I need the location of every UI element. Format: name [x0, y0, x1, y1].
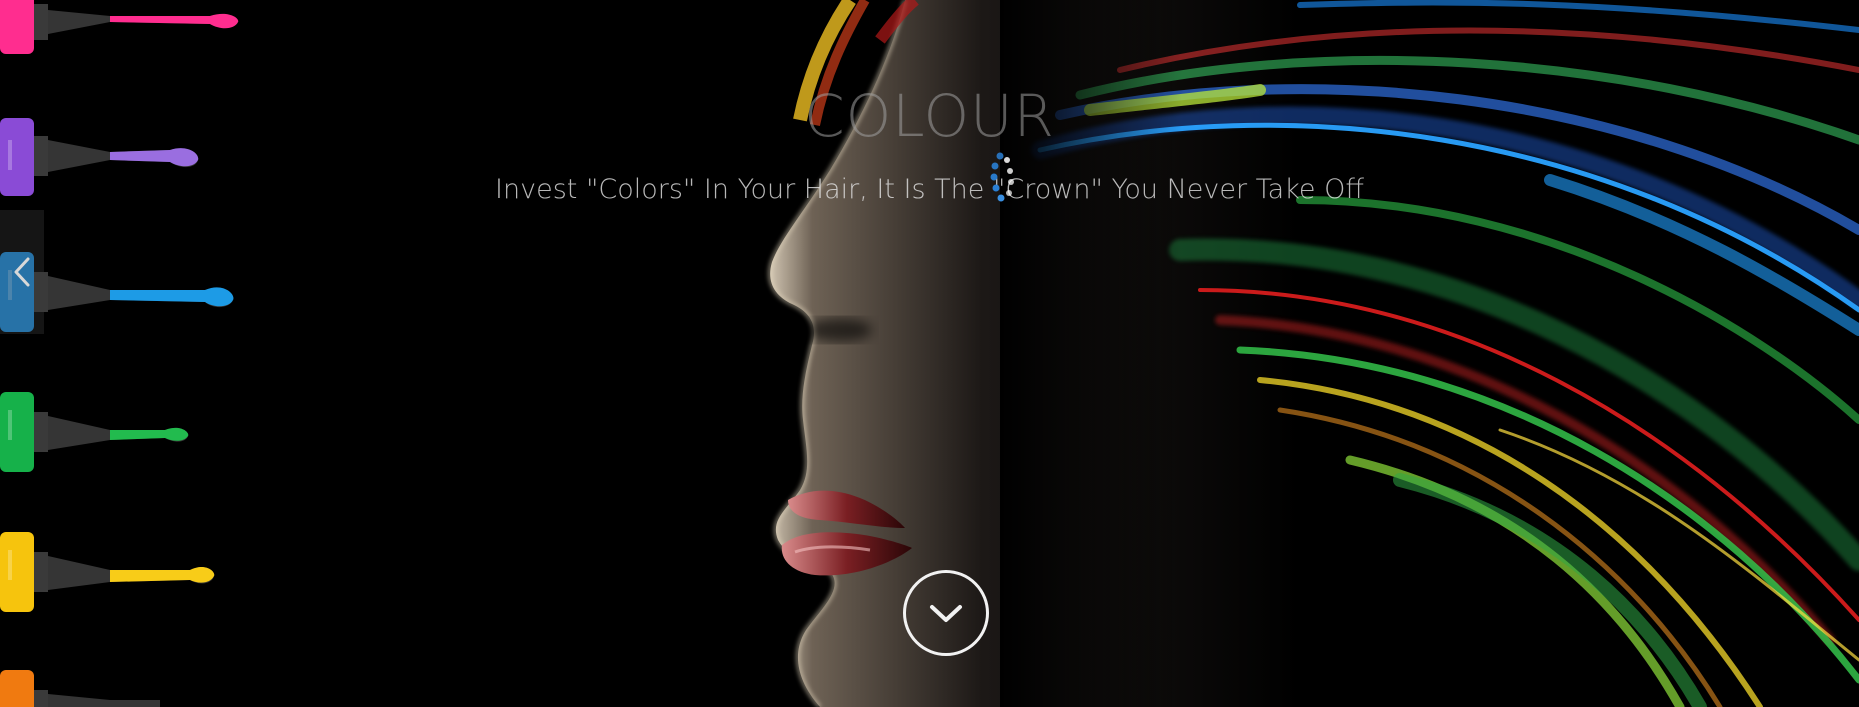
- hero-subtitle: Invest "Colors" In Your Hair, It Is The …: [495, 174, 1364, 205]
- chevron-left-icon: [14, 257, 30, 287]
- hero-slide: COLOUR Invest "Colors" In Your Hair, It …: [0, 0, 1859, 707]
- spinner-icon: [990, 152, 1014, 202]
- hero-title: COLOUR: [804, 82, 1055, 150]
- chevron-down-icon: [930, 605, 962, 622]
- scroll-down-button[interactable]: [903, 570, 989, 656]
- prev-slide-button[interactable]: [0, 210, 44, 334]
